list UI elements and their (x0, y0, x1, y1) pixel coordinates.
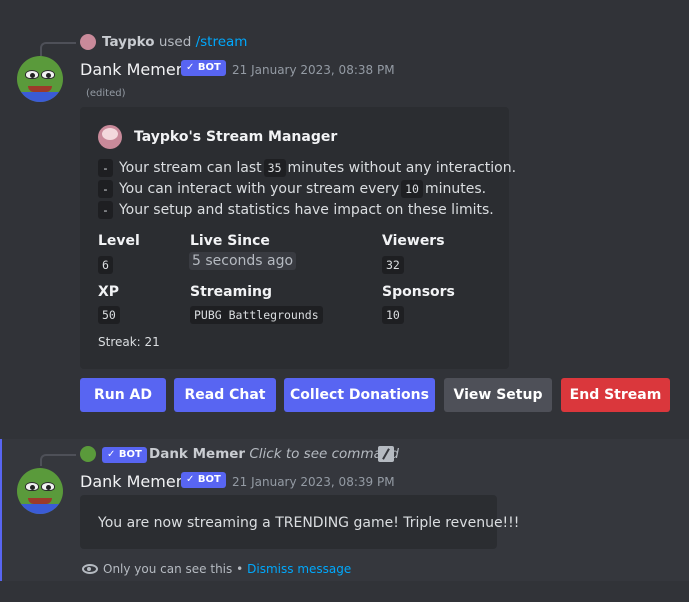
message-timestamp[interactable]: 21 January 2023, 08:38 PM (232, 63, 395, 77)
click-to-see-command[interactable]: Click to see command (249, 446, 399, 462)
bot-badge: ✓ BOT (181, 472, 226, 488)
field-sponsors-value: 10 (382, 306, 404, 324)
field-streaming-name: Streaming (190, 284, 272, 300)
slash-command-icon (378, 446, 394, 462)
field-xp-name: XP (98, 284, 120, 300)
reply-spine (40, 454, 76, 466)
end-stream-button[interactable]: End Stream (561, 378, 670, 412)
reply-username[interactable]: Dank Memer (149, 446, 245, 462)
desc-line-2: - You can interact with your stream ever… (98, 180, 486, 198)
field-viewers-value: 32 (382, 256, 404, 274)
pepe-avatar[interactable] (17, 56, 63, 102)
desc-line-3: - Your setup and statistics have impact … (98, 201, 494, 219)
field-viewers-name: Viewers (382, 233, 445, 249)
run-ad-button[interactable]: Run AD (80, 378, 166, 412)
edited-label: (edited) (86, 88, 126, 99)
message-timestamp[interactable]: 21 January 2023, 08:39 PM (232, 475, 395, 489)
interaction-interval-code: 10 (401, 180, 423, 198)
desc-text: minutes. (424, 181, 487, 197)
ephemeral-content-box: You are now streaming a TRENDING game! T… (80, 495, 519, 549)
embed-author-avatar (98, 125, 122, 149)
bullet: - (98, 180, 113, 198)
desc-text: Your stream can last (118, 160, 262, 176)
field-level-value: 6 (98, 256, 113, 274)
field-sponsors-name: Sponsors (382, 284, 455, 300)
desc-text: Your setup and statistics have impact on… (118, 202, 494, 218)
ephemeral-content: You are now streaming a TRENDING game! T… (98, 515, 520, 531)
reply-context[interactable]: Dank Memer Click to see command (149, 446, 399, 462)
bot-badge: ✓ BOT (181, 60, 226, 76)
pepe-avatar[interactable] (17, 468, 63, 514)
reply-command[interactable]: /stream (196, 34, 248, 50)
bullet: - (98, 201, 113, 219)
field-level-name: Level (98, 233, 140, 249)
stream-embed: Taypko's Stream Manager - Your stream ca… (80, 107, 516, 369)
desc-line-1: - Your stream can last 35 minutes withou… (98, 159, 516, 177)
reply-username[interactable]: Taypko (102, 34, 155, 50)
desc-text: minutes without any interaction. (287, 160, 517, 176)
embed-footer: Streak: 21 (98, 335, 160, 349)
ephemeral-footer: Only you can see this • Dismiss message (82, 562, 351, 576)
author-name[interactable]: Dank Memer (80, 472, 182, 491)
reply-spine (40, 42, 76, 56)
field-xp-value: 50 (98, 306, 120, 324)
eye-icon (82, 564, 98, 574)
field-streaming-value: PUBG Battlegrounds (190, 306, 323, 324)
reply-bot-avatar[interactable] (80, 446, 96, 462)
desc-text: You can interact with your stream every (118, 181, 400, 197)
collect-donations-button[interactable]: Collect Donations (284, 378, 435, 412)
reply-context[interactable]: Taypko used /stream (102, 34, 247, 50)
reply-user-avatar[interactable] (80, 34, 96, 50)
read-chat-button[interactable]: Read Chat (174, 378, 276, 412)
embed-author: Taypko's Stream Manager (134, 129, 338, 145)
field-live-since-name: Live Since (190, 233, 270, 249)
dismiss-message-link[interactable]: Dismiss message (247, 562, 351, 576)
author-name[interactable]: Dank Memer (80, 60, 182, 79)
only-you-label: Only you can see this • (103, 562, 244, 576)
field-live-since-value: 5 seconds ago (189, 252, 297, 270)
reply-used-label: used (158, 34, 192, 50)
view-setup-button[interactable]: View Setup (444, 378, 552, 412)
reply-bot-badge: ✓ BOT (102, 447, 147, 463)
bullet: - (98, 159, 113, 177)
interaction-limit-code: 35 (263, 159, 286, 177)
